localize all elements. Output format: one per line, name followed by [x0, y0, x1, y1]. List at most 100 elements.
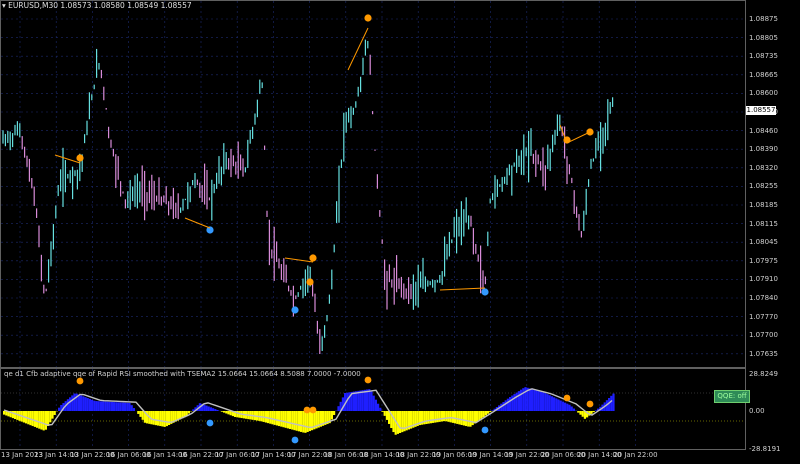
histogram-bar — [456, 411, 459, 424]
indicator-fractal-marker — [206, 419, 214, 427]
histogram-bar — [379, 407, 382, 411]
histogram-bar — [163, 411, 166, 427]
fractal-marker — [76, 154, 84, 162]
histogram-bar — [561, 401, 564, 411]
histogram-bar — [42, 411, 45, 431]
histogram-bar — [443, 411, 446, 422]
histogram-bar — [429, 411, 432, 424]
histogram-bar — [462, 411, 465, 426]
histogram-bar — [291, 411, 294, 430]
histogram-bar — [612, 393, 615, 411]
histogram-bar — [58, 407, 61, 411]
fractal-marker — [364, 14, 372, 22]
qqe-toggle-button[interactable]: QQE: off — [714, 390, 750, 403]
histogram-bar — [304, 411, 307, 433]
histogram-bar — [590, 411, 593, 414]
histogram-bar — [289, 411, 292, 429]
histogram-bar — [3, 411, 6, 415]
indicator-fractal-marker — [303, 406, 311, 414]
price-axis-label: 1.08320 — [749, 163, 778, 172]
price-axis-label: 1.08115 — [749, 219, 778, 228]
price-axis-label: 1.08735 — [749, 52, 778, 61]
histogram-bar — [73, 393, 76, 411]
histogram-bar — [469, 411, 472, 427]
histogram-bar — [82, 396, 85, 411]
histogram-bar — [383, 411, 386, 416]
indicator-fractal-marker — [563, 394, 571, 402]
histogram-bar — [227, 411, 230, 415]
histogram-bar — [306, 411, 309, 432]
histogram-bar — [99, 401, 102, 411]
histogram-bar — [566, 403, 569, 411]
histogram-bar — [159, 411, 162, 427]
histogram-bar — [209, 407, 212, 411]
histogram-bar — [297, 411, 300, 432]
histogram-bar — [557, 399, 560, 411]
price-axis-label: 1.07635 — [749, 349, 778, 358]
histogram-bar — [86, 398, 89, 411]
indicator-level-label: 0.00 — [749, 407, 765, 415]
histogram-bar — [117, 402, 120, 411]
histogram-bar — [300, 411, 303, 432]
histogram-bar — [284, 411, 287, 428]
price-axis-label: 1.08600 — [749, 89, 778, 98]
histogram-bar — [161, 411, 164, 427]
histogram-bar — [152, 411, 155, 425]
histogram-bar — [487, 411, 490, 414]
histogram-bar — [434, 411, 437, 423]
histogram-bar — [108, 401, 111, 411]
histogram-bar — [212, 408, 215, 411]
price-axis-label: 1.08045 — [749, 238, 778, 247]
histogram-bar — [460, 411, 463, 425]
histogram-bar — [95, 401, 98, 411]
histogram-bar — [225, 411, 228, 414]
chart-window[interactable]: ▾ EURUSD,M30 1.08573 1.08580 1.08549 1.0… — [0, 0, 800, 464]
histogram-bar — [531, 389, 534, 411]
histogram-bar — [528, 388, 531, 411]
histogram-bar — [484, 411, 487, 416]
price-axis-label: 1.07840 — [749, 294, 778, 302]
histogram-bar — [220, 411, 223, 412]
histogram-bar — [207, 406, 210, 411]
menu-arrow-icon[interactable]: ▾ — [2, 1, 6, 10]
histogram-bar — [44, 411, 47, 430]
histogram-bar — [517, 391, 520, 411]
fractal-marker — [306, 278, 314, 286]
histogram-bar — [126, 402, 129, 411]
histogram-bar — [40, 411, 43, 430]
histogram-bar — [564, 402, 567, 411]
histogram-bar — [381, 411, 384, 412]
histogram-bar — [154, 411, 157, 426]
histogram-bar — [205, 405, 208, 411]
histogram-bar — [539, 391, 542, 411]
trend-line — [439, 287, 486, 291]
histogram-bar — [286, 411, 289, 429]
fractal-marker — [291, 306, 299, 314]
histogram-bar — [269, 411, 272, 424]
histogram-bar — [106, 401, 109, 411]
indicator-level-label: 28.8249 — [749, 370, 778, 378]
histogram-bar — [216, 409, 219, 411]
histogram-bar — [293, 411, 296, 431]
histogram-bar — [454, 411, 457, 424]
histogram-bar — [533, 389, 536, 411]
price-chart[interactable] — [0, 0, 800, 464]
histogram-bar — [14, 411, 17, 419]
histogram-bar — [110, 401, 113, 411]
histogram-bar — [113, 402, 116, 411]
histogram-bar — [137, 411, 140, 414]
histogram-bar — [458, 411, 461, 425]
price-axis-label: 1.07770 — [749, 312, 778, 321]
histogram-bar — [302, 411, 305, 433]
histogram-bar — [337, 406, 340, 411]
price-axis-label: 1.08255 — [749, 182, 778, 191]
histogram-bar — [579, 411, 582, 415]
histogram-bar — [282, 411, 285, 428]
histogram-bar — [38, 411, 41, 429]
histogram-bar — [141, 411, 144, 420]
histogram-bar — [568, 404, 571, 411]
histogram-bar — [438, 411, 441, 422]
trend-line — [184, 217, 211, 229]
histogram-bar — [185, 411, 188, 416]
histogram-bar — [392, 411, 395, 433]
